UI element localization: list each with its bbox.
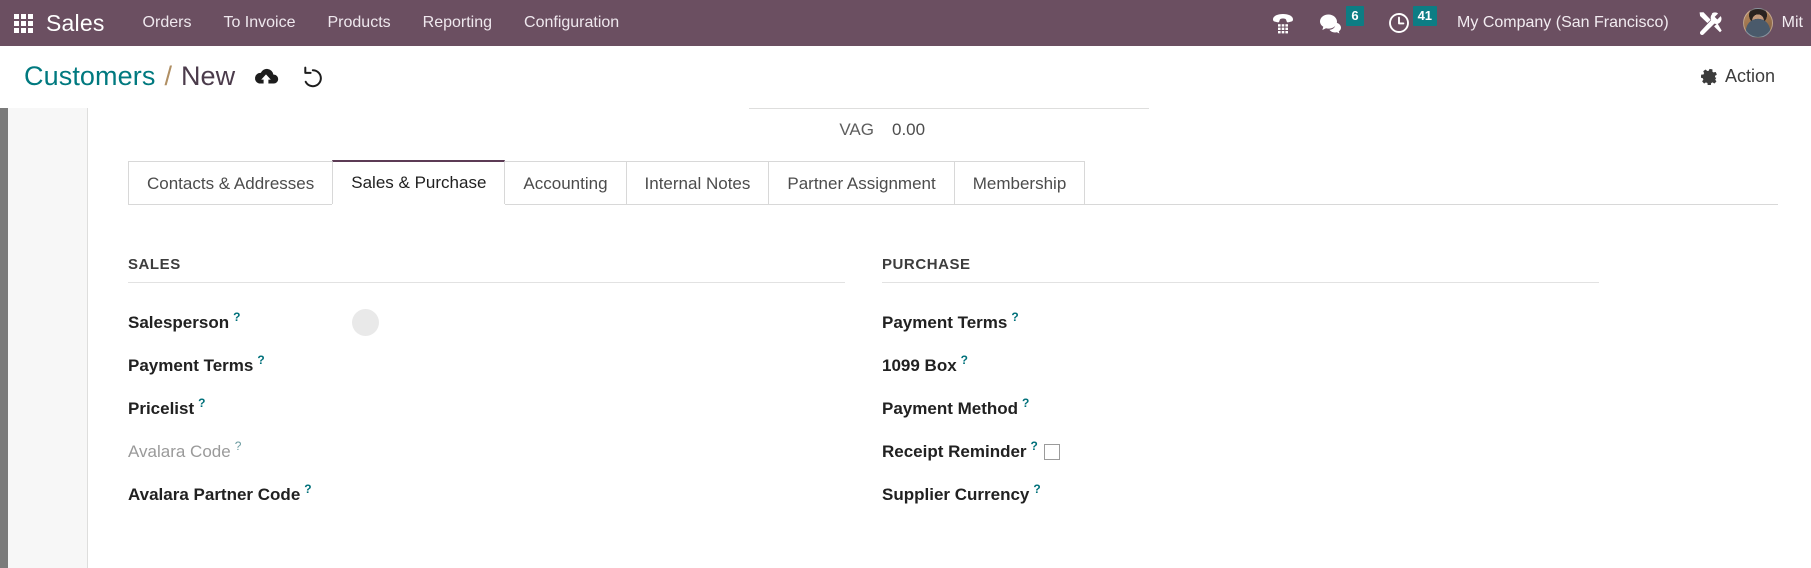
tab-accounting[interactable]: Accounting <box>504 161 627 204</box>
tab-contacts-addresses[interactable]: Contacts & Addresses <box>128 161 334 204</box>
field-row-1099-box: 1099 Box ? <box>882 344 1599 387</box>
field-row-sales-payment-terms: Payment Terms ? <box>128 344 845 387</box>
notebook: Contacts & Addresses Sales & Purchase Ac… <box>128 160 1778 205</box>
field-label-avalara-partner-code: Avalara Partner Code ? <box>128 481 312 504</box>
nav-item-reporting[interactable]: Reporting <box>407 0 508 46</box>
breadcrumb-parent-customers[interactable]: Customers <box>24 61 155 92</box>
activities-button[interactable]: 41 <box>1376 0 1449 46</box>
vag-label: VAG <box>839 119 874 139</box>
clock-icon <box>1388 13 1409 33</box>
help-tooltip-icon[interactable]: ? <box>198 396 205 410</box>
help-tooltip-icon[interactable]: ? <box>233 310 240 324</box>
field-label-purchase-payment-terms: Payment Terms ? <box>882 309 1019 332</box>
field-row-avalara-code: Avalara Code ? <box>128 430 845 473</box>
chat-bubble-icon <box>1320 14 1342 33</box>
group-title-sales: SALES <box>128 256 845 283</box>
notebook-tabs: Contacts & Addresses Sales & Purchase Ac… <box>128 160 1778 205</box>
user-avatar <box>1742 8 1773 38</box>
field-row-salesperson: Salesperson ? <box>128 301 845 344</box>
field-row-pricelist: Pricelist ? <box>128 387 845 430</box>
save-record-button[interactable] <box>253 67 279 87</box>
field-row-receipt-reminder: Receipt Reminder ? <box>882 430 1599 473</box>
tab-sales-purchase[interactable]: Sales & Purchase <box>332 160 506 204</box>
field-row-payment-method: Payment Method ? <box>882 387 1599 430</box>
breadcrumb: Customers / New <box>0 61 235 92</box>
developer-tools-button[interactable] <box>1683 0 1737 46</box>
help-tooltip-icon[interactable]: ? <box>961 353 968 367</box>
sales-purchase-page: SALES Salesperson ? Payment Terms ? Pric… <box>128 256 1778 516</box>
salesperson-avatar-placeholder <box>352 309 380 336</box>
phone-keypad-icon <box>1273 14 1294 34</box>
field-label-avalara-code: Avalara Code ? <box>128 438 242 461</box>
vag-value[interactable]: 0.00 <box>892 120 925 140</box>
help-tooltip-icon[interactable]: ? <box>1033 482 1040 496</box>
left-gutter <box>8 108 88 568</box>
gear-icon <box>1700 68 1717 85</box>
receipt-reminder-checkbox[interactable] <box>1043 443 1060 460</box>
field-value-salesperson[interactable] <box>254 309 380 336</box>
field-label-sales-payment-terms: Payment Terms ? <box>128 352 265 375</box>
field-row-supplier-currency: Supplier Currency ? <box>882 473 1599 516</box>
top-navbar: Sales Orders To Invoice Products Reporti… <box>0 0 1811 46</box>
user-menu-button[interactable]: Mit <box>1737 8 1811 38</box>
navbar-right-group: 6 41 My Company (San Francisco) Mit <box>1259 0 1811 46</box>
help-tooltip-icon[interactable]: ? <box>1022 396 1029 410</box>
group-purchase: PURCHASE Payment Terms ? 1099 Box ? Paym… <box>882 256 1599 516</box>
cloud-upload-icon <box>255 68 279 84</box>
scrollbar-thumb[interactable] <box>0 108 8 568</box>
field-label-salesperson: Salesperson ? <box>128 309 241 332</box>
field-label-1099-box: 1099 Box ? <box>882 352 969 375</box>
company-switcher[interactable]: My Company (San Francisco) <box>1449 0 1683 46</box>
vertical-scrollbar[interactable] <box>0 108 8 568</box>
control-panel: Customers / New Action <box>0 46 1811 108</box>
messages-counter: 6 <box>1346 6 1364 26</box>
help-tooltip-icon[interactable]: ? <box>1011 310 1018 324</box>
field-label-supplier-currency: Supplier Currency ? <box>882 481 1041 504</box>
breadcrumb-current-new: New <box>180 61 236 91</box>
apps-menu-button[interactable] <box>0 0 46 46</box>
help-tooltip-icon[interactable]: ? <box>1031 439 1038 453</box>
help-tooltip-icon[interactable]: ? <box>235 439 242 453</box>
field-label-payment-method: Payment Method ? <box>882 395 1030 418</box>
form-view-body: VAG 0.00 Contacts & Addresses Sales & Pu… <box>0 108 1811 568</box>
discard-record-button[interactable] <box>301 66 325 88</box>
nav-item-configuration[interactable]: Configuration <box>508 0 635 46</box>
apps-grid-icon <box>13 13 33 33</box>
control-panel-right: Action <box>1695 65 1811 88</box>
messages-button[interactable]: 6 <box>1307 0 1375 46</box>
user-name-label: Mit <box>1781 14 1803 31</box>
wrench-screwdriver-icon <box>1699 12 1722 36</box>
tab-membership[interactable]: Membership <box>953 161 1086 204</box>
field-row-avalara-partner-code: Avalara Partner Code ? <box>128 473 845 516</box>
nav-item-to-invoice[interactable]: To Invoice <box>207 0 311 46</box>
tab-internal-notes[interactable]: Internal Notes <box>625 161 770 204</box>
help-tooltip-icon[interactable]: ? <box>304 482 311 496</box>
undo-icon <box>304 66 323 87</box>
action-menu-label: Action <box>1724 66 1775 86</box>
field-row-purchase-payment-terms: Payment Terms ? <box>882 301 1599 344</box>
field-row-vag: VAG 0.00 <box>749 108 1149 150</box>
record-actions <box>253 66 325 88</box>
breadcrumb-separator: / <box>164 61 172 91</box>
nav-item-orders[interactable]: Orders <box>127 0 208 46</box>
nav-item-products[interactable]: Products <box>312 0 407 46</box>
activities-counter: 41 <box>1412 6 1438 26</box>
voip-button[interactable] <box>1259 0 1307 46</box>
action-menu-button[interactable]: Action <box>1695 65 1781 88</box>
field-label-pricelist: Pricelist ? <box>128 395 206 418</box>
form-sheet: VAG 0.00 Contacts & Addresses Sales & Pu… <box>89 108 1811 568</box>
group-title-purchase: PURCHASE <box>882 256 1599 283</box>
app-brand-sales[interactable]: Sales <box>46 0 105 46</box>
field-label-receipt-reminder: Receipt Reminder ? <box>882 438 1038 461</box>
tab-partner-assignment[interactable]: Partner Assignment <box>768 161 955 204</box>
group-sales: SALES Salesperson ? Payment Terms ? Pric… <box>128 256 845 516</box>
help-tooltip-icon[interactable]: ? <box>257 353 264 367</box>
